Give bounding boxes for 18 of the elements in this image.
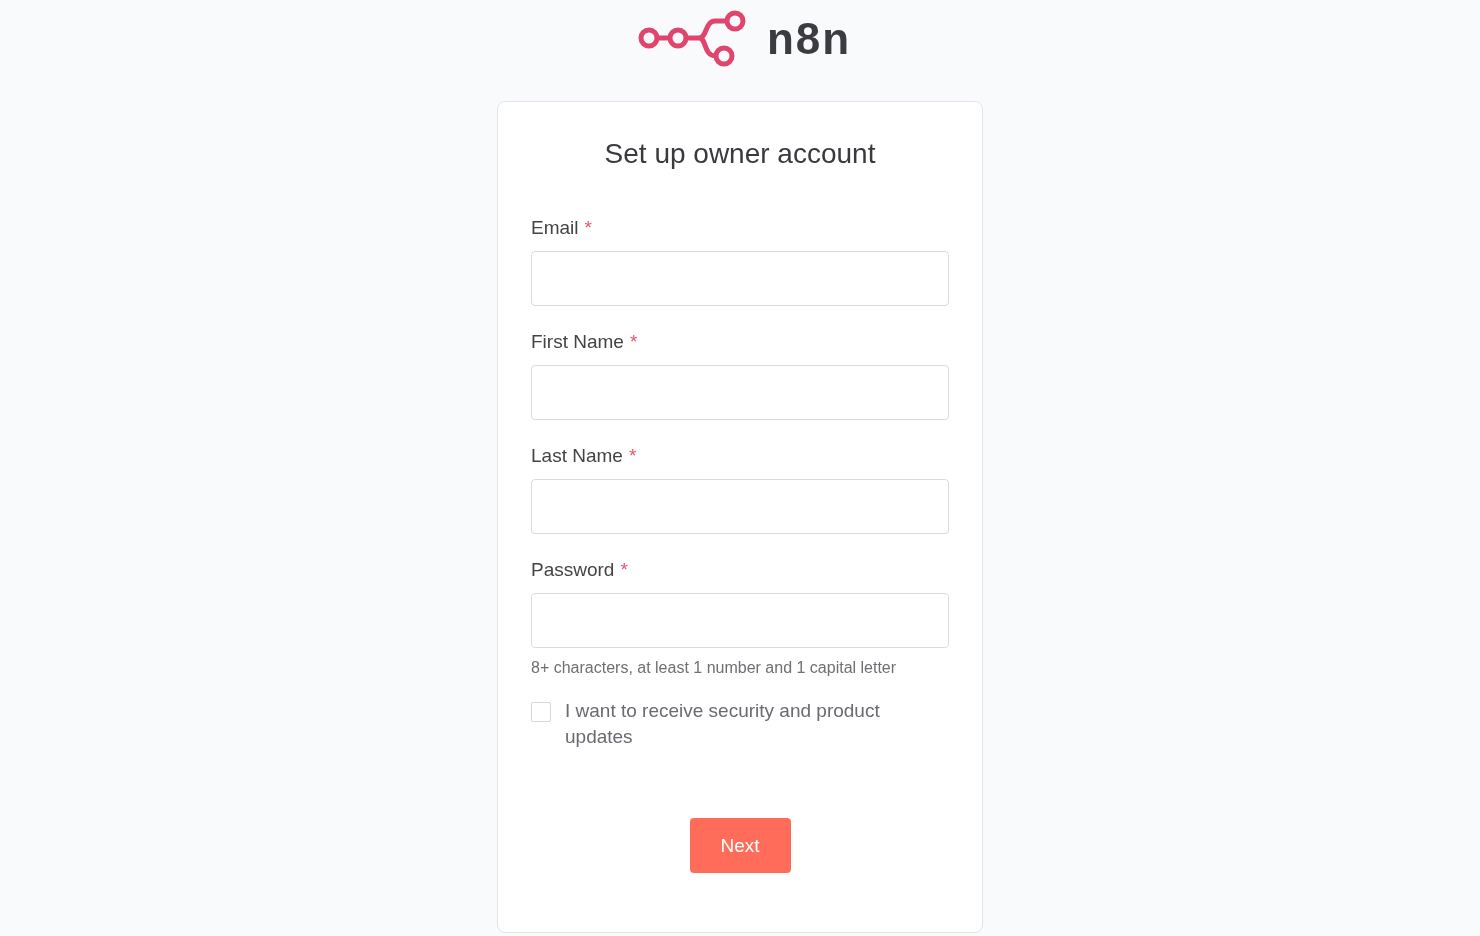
logo-text: n8n [766,14,852,64]
field-label: Last Name [531,445,623,466]
input-field[interactable] [531,365,949,420]
input-field[interactable] [531,593,949,648]
next-button[interactable]: Next [689,818,791,873]
required-mark: * [620,559,628,580]
password-hint: 8+ characters, at least 1 number and 1 capital letter [531,659,898,677]
input-field[interactable] [531,251,949,306]
required-mark: * [628,445,637,466]
consent-label: I want to receive security and product updates [565,699,881,749]
field-label: Email [531,217,579,238]
form-title: Set up owner account [603,138,877,170]
input-field[interactable] [531,479,949,534]
required-mark: * [629,331,638,352]
required-mark: * [584,217,592,238]
field-label: Password [531,559,615,580]
consent-checkbox[interactable] [531,702,551,722]
field-label: First Name [531,331,624,352]
